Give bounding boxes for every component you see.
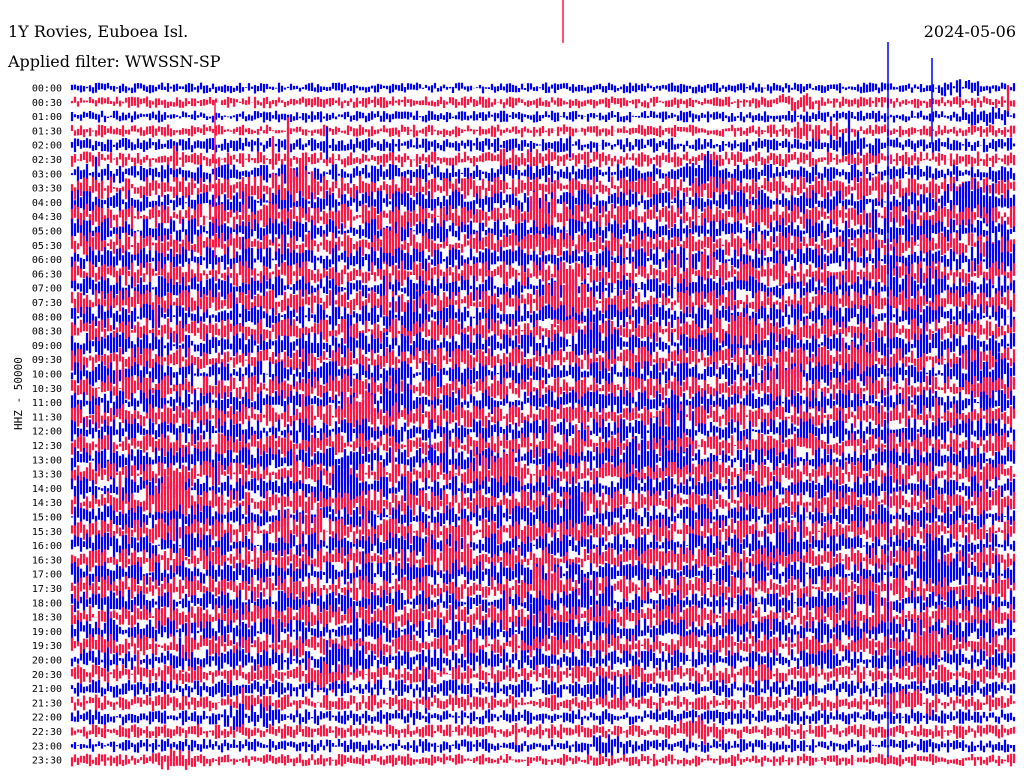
- time-tick-label: 07:00: [32, 284, 62, 295]
- time-tick-label: 03:00: [32, 169, 62, 180]
- time-tick-label: 20:00: [32, 656, 62, 667]
- time-tick-label: 07:30: [32, 298, 62, 309]
- time-tick-label: 00:00: [32, 84, 62, 95]
- seismic-trace-0000: [70, 79, 1016, 98]
- time-tick-label: 08:00: [32, 312, 62, 323]
- seismic-trace-2300: [70, 734, 1016, 758]
- time-tick-label: 03:30: [32, 184, 62, 195]
- time-tick-label: 12:00: [32, 427, 62, 438]
- time-tick-label: 14:30: [32, 498, 62, 509]
- time-tick-label: 22:00: [32, 713, 62, 724]
- time-tick-label: 19:00: [32, 627, 62, 638]
- time-tick-label: 23:30: [32, 756, 62, 767]
- time-tick-label: 18:00: [32, 598, 62, 609]
- time-tick-label: 16:30: [32, 555, 62, 566]
- time-tick-label: 00:30: [32, 98, 62, 109]
- time-tick-label: 01:00: [32, 112, 62, 123]
- time-tick-label: 15:00: [32, 513, 62, 524]
- time-tick-label: 02:30: [32, 155, 62, 166]
- time-tick-label: 08:30: [32, 327, 62, 338]
- time-tick-label: 14:00: [32, 484, 62, 495]
- time-tick-label: 05:30: [32, 241, 62, 252]
- time-tick-label: 21:30: [32, 698, 62, 709]
- time-tick-label: 06:00: [32, 255, 62, 266]
- time-tick-label: 19:30: [32, 641, 62, 652]
- time-tick-label: 04:30: [32, 212, 62, 223]
- time-tick-label: 10:30: [32, 384, 62, 395]
- time-tick-label: 06:30: [32, 269, 62, 280]
- time-tick-label: 13:30: [32, 470, 62, 481]
- time-tick-label: 11:00: [32, 398, 62, 409]
- time-tick-label: 17:00: [32, 570, 62, 581]
- time-tick-label: 22:30: [32, 727, 62, 738]
- time-tick-label: 09:30: [32, 355, 62, 366]
- seismic-trace-0100: [70, 106, 1016, 126]
- time-tick-label: 01:30: [32, 126, 62, 137]
- time-tick-label: 13:00: [32, 455, 62, 466]
- time-tick-label: 21:00: [32, 684, 62, 695]
- time-tick-label: 11:30: [32, 412, 62, 423]
- time-tick-label: 16:00: [32, 541, 62, 552]
- time-tick-label: 10:00: [32, 370, 62, 381]
- time-tick-label: 09:00: [32, 341, 62, 352]
- time-tick-label: 23:00: [32, 741, 62, 752]
- helicorder-plot: 00:00 00:30 01:00 01:30 02:00 02:30 03:00 03:30…: [32, 0, 1016, 770]
- time-tick-label: 05:00: [32, 227, 62, 238]
- time-tick-label: 15:30: [32, 527, 62, 538]
- time-tick-label: 20:30: [32, 670, 62, 681]
- time-tick-label: 17:30: [32, 584, 62, 595]
- time-tick-label: 02:00: [32, 141, 62, 152]
- time-tick-label: 12:30: [32, 441, 62, 452]
- time-tick-label: 04:00: [32, 198, 62, 209]
- time-tick-label: 18:30: [32, 613, 62, 624]
- seismic-trace-2330: [70, 748, 1016, 770]
